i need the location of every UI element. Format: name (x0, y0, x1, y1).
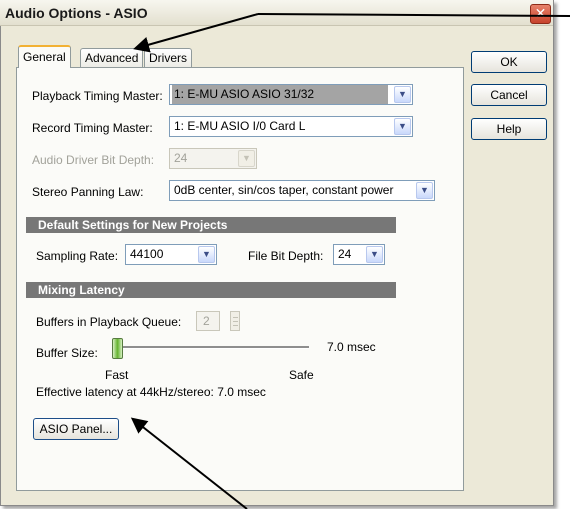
annotation-line-top (257, 13, 570, 17)
annotation-overlay (130, 13, 570, 509)
tab-general[interactable]: General (18, 45, 71, 68)
annotation-arrow-asio-panel (130, 417, 248, 509)
annotation-arrow-advanced (133, 13, 259, 53)
